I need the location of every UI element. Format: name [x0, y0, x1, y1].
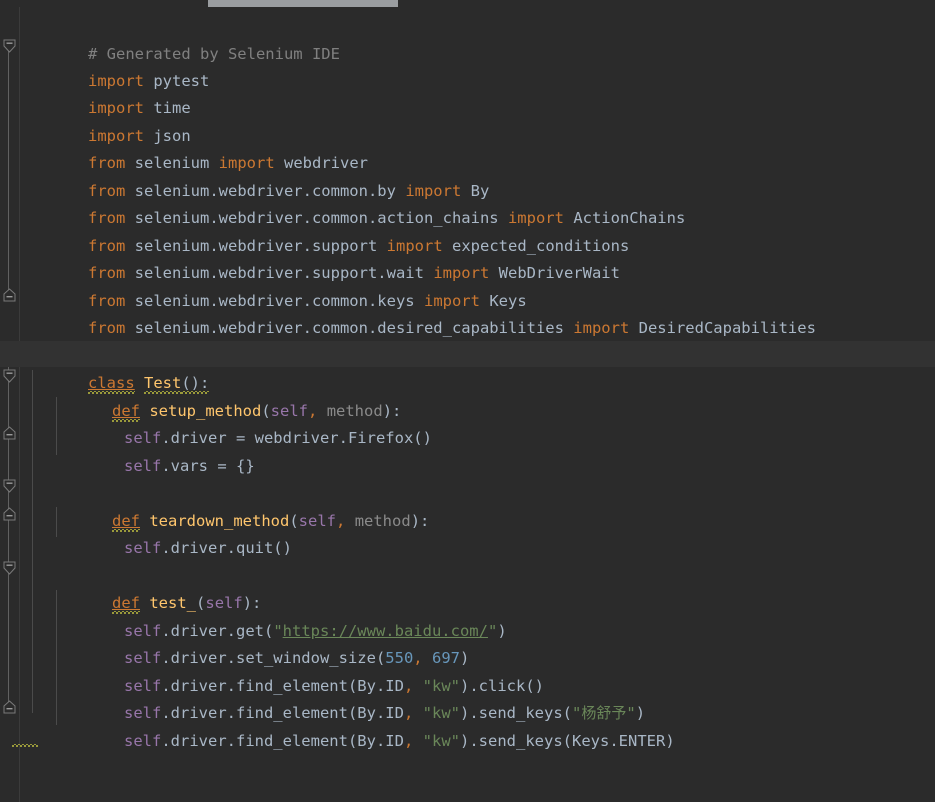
- imported-DesiredCapabilities: DesiredCapabilities: [638, 318, 816, 337]
- code-line-13[interactable]: class Test():: [32, 342, 209, 392]
- keys-enter-constant: Keys.ENTER: [572, 731, 666, 750]
- fold-marker-teardown-end[interactable]: [3, 507, 16, 521]
- code-line-23[interactable]: self.driver.set_window_size(550, 697): [68, 617, 469, 667]
- code-line-14[interactable]: def setup_method(self, method):: [56, 370, 401, 420]
- fold-marker-teardown-start[interactable]: [3, 479, 16, 493]
- fold-rail-imports: [8, 41, 9, 293]
- horizontal-scrollbar-track[interactable]: [0, 0, 935, 7]
- param-self: self: [298, 511, 336, 530]
- code-line-16[interactable]: self.vars = {}: [68, 425, 255, 475]
- code-line-18[interactable]: def teardown_method(self, method):: [56, 480, 429, 530]
- code-line-11[interactable]: from selenium.webdriver.common.desired_c…: [32, 287, 816, 337]
- self-reference: self: [124, 456, 162, 475]
- code-line-10[interactable]: from selenium.webdriver.common.keys impo…: [32, 260, 527, 310]
- code-line-15[interactable]: self.driver = webdriver.Firefox(): [68, 397, 432, 447]
- code-line-26[interactable]: self.driver.find_element(By.ID, "kw").se…: [68, 700, 675, 750]
- code-text-area[interactable]: # Generated by Selenium IDE import pytes…: [0, 7, 935, 802]
- fold-marker-setup-end[interactable]: [3, 426, 16, 440]
- code-line-3[interactable]: import time: [32, 67, 191, 117]
- code-line-4[interactable]: import json: [32, 95, 191, 145]
- self-reference: self: [124, 538, 162, 557]
- self-reference: self: [124, 731, 162, 750]
- locator-id-value: kw: [432, 731, 451, 750]
- editor-gutter[interactable]: [0, 7, 20, 802]
- code-line-25[interactable]: self.driver.find_element(By.ID, "kw").se…: [68, 672, 645, 722]
- code-line-24[interactable]: self.driver.find_element(By.ID, "kw").cl…: [68, 645, 544, 695]
- fold-marker-test-start[interactable]: [3, 561, 16, 575]
- keyword-import: import: [573, 318, 630, 337]
- code-line-9[interactable]: from selenium.webdriver.support.wait imp…: [32, 232, 620, 282]
- code-line-19[interactable]: self.driver.quit(): [68, 507, 292, 557]
- code-line-8[interactable]: from selenium.webdriver.support import e…: [32, 205, 629, 255]
- fold-marker-imports-start[interactable]: [3, 39, 16, 53]
- fold-marker-class-start[interactable]: [3, 341, 16, 355]
- code-line-2[interactable]: import pytest: [32, 40, 209, 90]
- code-line-21[interactable]: def test_(self):: [56, 562, 261, 612]
- fold-rail-class: [8, 343, 9, 713]
- keyword-from: from: [88, 318, 126, 337]
- code-line-5[interactable]: from selenium import webdriver: [32, 122, 368, 172]
- fold-marker-test-end[interactable]: [3, 700, 16, 714]
- warning-squiggle-blank-line: [12, 744, 38, 748]
- horizontal-scrollbar-thumb[interactable]: [208, 0, 398, 7]
- fold-marker-imports-end[interactable]: [3, 288, 16, 302]
- code-line-1[interactable]: # Generated by Selenium IDE: [32, 13, 340, 63]
- fold-marker-setup-start[interactable]: [3, 369, 16, 383]
- code-line-7[interactable]: from selenium.webdriver.common.action_ch…: [32, 177, 685, 227]
- code-line-6[interactable]: from selenium.webdriver.common.by import…: [32, 150, 489, 200]
- param-method: method: [354, 511, 411, 530]
- code-line-22[interactable]: self.driver.get("https://www.baidu.com/"…: [68, 590, 507, 640]
- module-path-desired-capabilities: selenium.webdriver.common.desired_capabi…: [134, 318, 564, 337]
- code-editor-window: # Generated by Selenium IDE import pytes…: [0, 0, 935, 802]
